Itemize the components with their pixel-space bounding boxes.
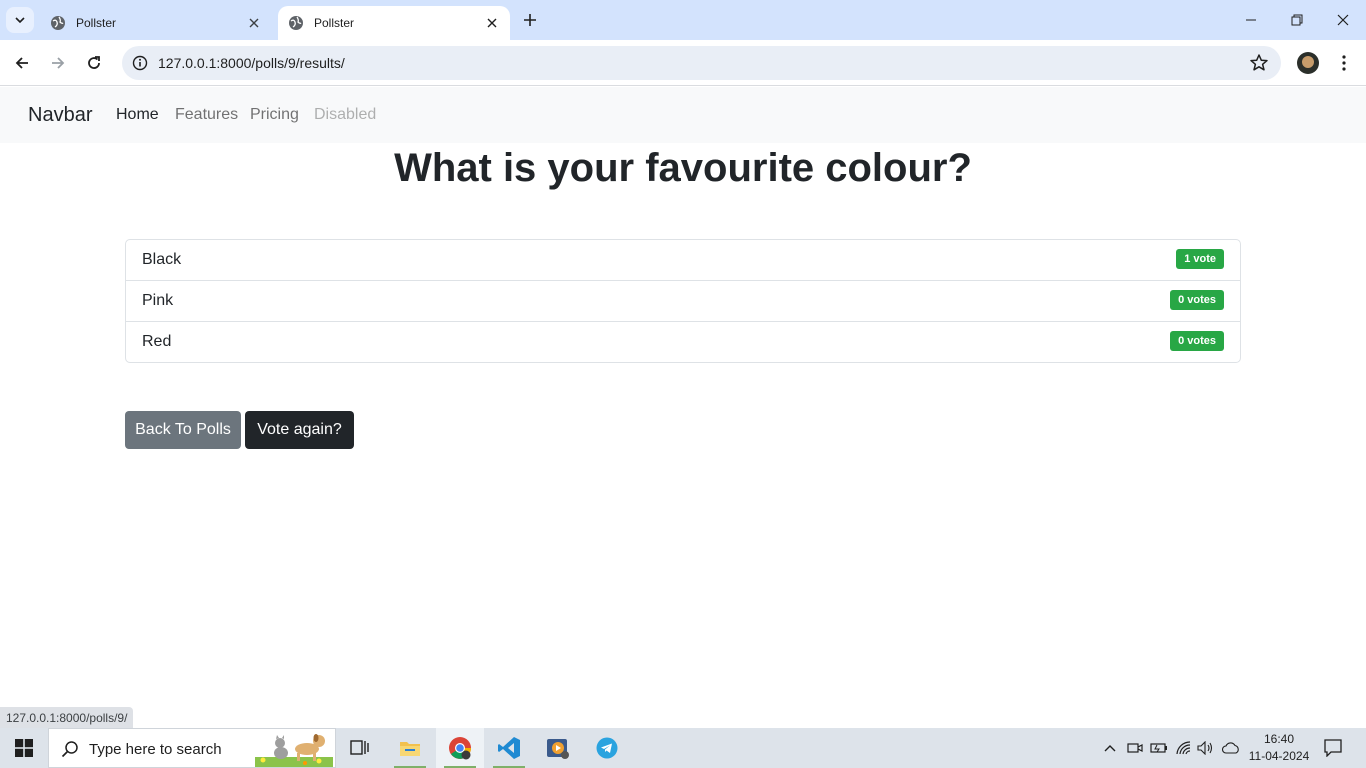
vs-code-app[interactable] [485,728,533,768]
start-button[interactable] [0,728,48,768]
list-item: Black 1 vote [126,240,1240,281]
tray-overflow-chevron[interactable] [1100,738,1120,758]
tab-close-icon[interactable] [484,15,500,31]
arrow-right-icon [52,57,65,69]
nav-link-disabled: Disabled [314,106,377,123]
reload-button[interactable] [79,48,109,78]
volume-tray[interactable] [1196,738,1216,758]
close-window-button[interactable] [1320,0,1366,40]
notification-center-button[interactable] [1320,736,1346,760]
chevron-up-icon [1104,745,1116,752]
taskbar-search[interactable]: Type here to search [48,728,336,768]
vote-count-badge: 0 votes [1170,290,1224,310]
site-navbar: Navbar Home Features Pricing Disabled [0,87,1366,143]
tab-title: Pollster [76,16,117,30]
vs-code-icon [498,737,520,759]
tab-close-icon[interactable] [246,15,262,31]
search-highlight-illustration [255,734,333,767]
navbar-brand[interactable]: Navbar [28,104,92,127]
cloud-icon [1222,742,1239,754]
vote-again-button[interactable]: Vote again? [245,411,354,449]
speaker-icon [1197,741,1213,755]
search-placeholder: Type here to search [89,741,222,758]
media-player-icon [547,739,569,759]
clock-date: 11-04-2024 [1248,749,1310,763]
task-view-icon [350,740,369,755]
tab-search-button[interactable] [6,7,34,33]
task-view-button[interactable] [336,728,384,768]
forward-button[interactable] [43,48,73,78]
choice-label: Red [142,333,172,350]
battery-tray[interactable] [1149,738,1169,758]
tab-title: Pollster [314,16,355,30]
camera-icon [1127,743,1143,753]
minimize-button[interactable] [1228,0,1274,40]
vote-count-badge: 0 votes [1170,331,1224,351]
site-info-icon[interactable] [128,51,152,75]
telegram-app[interactable] [583,728,631,768]
arrow-left-icon [15,57,28,69]
globe-icon [289,16,303,30]
chrome-app[interactable] [436,728,484,768]
vote-count-badge: 1 vote [1176,249,1224,269]
back-to-polls-button[interactable]: Back To Polls [125,411,241,449]
reload-icon [88,56,100,69]
browser-tab-strip: Pollster Pollster [0,0,1366,40]
meet-now-tray[interactable] [1125,738,1145,758]
minimize-icon [1246,19,1256,21]
poll-question: What is your favourite colour? [394,146,972,190]
windows-logo-icon [15,739,33,757]
back-button[interactable] [7,48,37,78]
address-bar[interactable]: 127.0.0.1:8000/polls/9/results/ [122,46,1281,80]
taskbar-clock[interactable]: 16:40 11-04-2024 [1246,731,1312,765]
media-player-app[interactable] [534,728,582,768]
bookmark-star-icon[interactable] [1249,53,1269,73]
link-status-bubble: 127.0.0.1:8000/polls/9/ [0,707,134,728]
plus-icon [524,14,536,26]
windows-taskbar: Type here to search 16:40 11-04-2024 [0,728,1366,768]
browser-tab-2[interactable]: Pollster [278,6,510,40]
nav-link-home[interactable]: Home [116,106,159,124]
more-vertical-icon [1342,55,1346,71]
browser-tab-1[interactable]: Pollster [40,6,272,40]
browser-toolbar: 127.0.0.1:8000/polls/9/results/ [0,40,1366,86]
network-tray[interactable] [1174,738,1194,758]
new-tab-button[interactable] [518,10,542,30]
chrome-icon [449,737,471,760]
results-list: Black 1 vote Pink 0 votes Red 0 votes [125,239,1241,363]
nav-link-pricing[interactable]: Pricing [250,106,299,124]
chevron-down-icon [15,17,25,24]
choice-label: Black [142,251,182,268]
url-text: 127.0.0.1:8000/polls/9/results/ [158,55,345,71]
list-item: Red 0 votes [126,322,1240,362]
browser-menu-button[interactable] [1333,52,1355,74]
notification-icon [1324,739,1342,757]
restore-icon [1291,14,1303,26]
list-item: Pink 0 votes [126,281,1240,322]
folder-icon [400,742,420,756]
file-explorer-app[interactable] [386,728,434,768]
nav-link-features[interactable]: Features [175,106,238,124]
search-icon [61,741,78,758]
clock-time: 16:40 [1263,732,1295,746]
wifi-icon [1176,741,1191,755]
battery-icon [1150,743,1167,753]
globe-icon [51,16,65,30]
onedrive-tray[interactable] [1221,738,1241,758]
close-icon [1337,14,1349,26]
choice-label: Pink [142,292,174,309]
telegram-icon [596,737,618,759]
restore-button[interactable] [1274,0,1320,40]
profile-avatar[interactable] [1297,52,1319,74]
